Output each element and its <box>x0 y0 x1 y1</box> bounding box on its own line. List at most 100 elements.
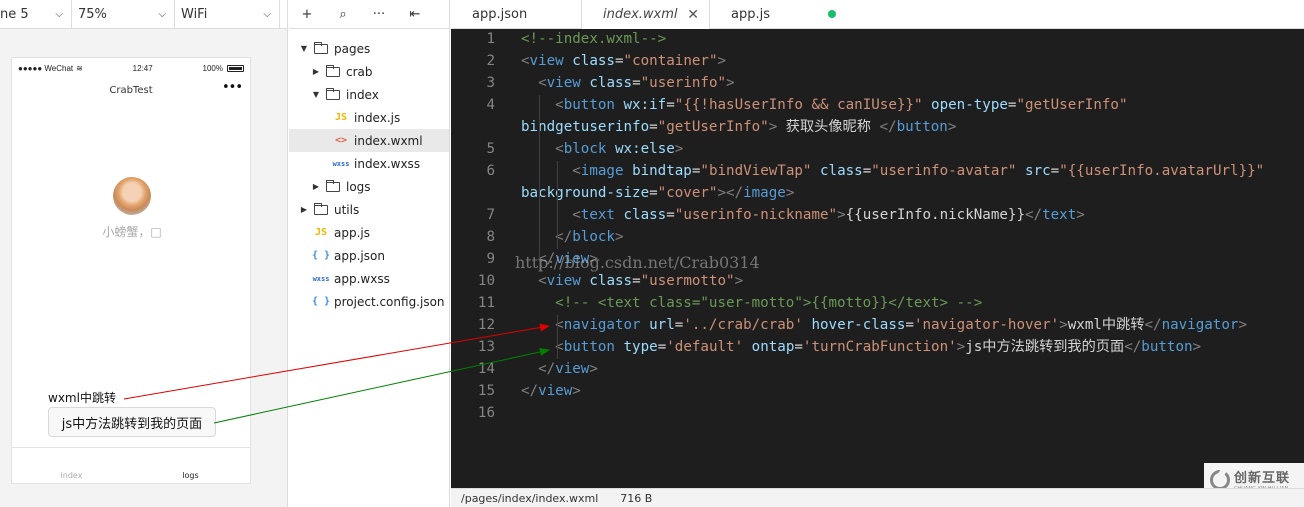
code-token: > <box>1059 317 1068 333</box>
code-token: < <box>538 273 547 289</box>
code-token: url <box>649 317 675 333</box>
code-token: "userinfo-nickname" <box>674 207 838 223</box>
code-token: = <box>614 53 624 69</box>
network-value: WiFi <box>181 6 208 22</box>
tree-item-index-wxml[interactable]: <> index.wxml <box>289 129 449 152</box>
tree-item-index-js[interactable]: JS index.js <box>289 106 449 129</box>
tree-item-pages[interactable]: ▼ pages <box>289 37 449 60</box>
device-select[interactable]: one 5 ⌵ <box>0 0 72 28</box>
code-token: ></ <box>717 185 744 201</box>
code-token: "getUserInfo" <box>1016 97 1128 113</box>
code-token: > <box>726 75 735 91</box>
code-token: class <box>572 53 615 69</box>
line-code: </view> <box>521 358 598 380</box>
tab-app-json[interactable]: app.json <box>451 0 582 29</box>
tab-label: index.wxml <box>603 7 678 22</box>
code-token: wx:else <box>614 141 675 157</box>
code-token: ontap <box>751 339 795 355</box>
search-icon[interactable]: ⌕ <box>325 7 361 22</box>
tree-item-app-json[interactable]: { } app.json <box>289 244 449 267</box>
file-path: /pages/index/index.wxml <box>461 491 599 505</box>
code-token: view <box>546 75 581 91</box>
battery-icon <box>227 64 244 72</box>
more-icon[interactable]: ··· <box>361 7 397 22</box>
tree-item-logs[interactable]: ▶ logs <box>289 175 449 198</box>
code-line: 4 <button wx:if="{{!hasUserInfo && canIU… <box>451 94 1304 116</box>
tree-item-crab[interactable]: ▶ crab <box>289 60 449 83</box>
file-explorer: + ⌕ ··· ⇤ ▼ pages ▶ crab ▼ index JS index.js <> i… <box>289 0 450 507</box>
close-icon[interactable]: ✕ <box>687 7 699 23</box>
zoom-value: 75% <box>78 6 107 22</box>
code-line: 8 </block> <box>451 226 1304 248</box>
code-token: <!--index.wxml--> <box>521 31 667 47</box>
unsaved-dot-icon <box>828 10 836 18</box>
code-token: "cover" <box>657 185 718 201</box>
code-token: image <box>580 163 624 179</box>
chevron-right-icon[interactable]: ▶ <box>311 67 321 76</box>
editor-status-bar: /pages/index/index.wxml 716 B <box>451 488 1304 507</box>
code-line: 2 <view class="container"> <box>451 50 1304 72</box>
collapse-panel-icon[interactable]: ⇤ <box>397 7 433 22</box>
code-editor[interactable]: 1 <!--index.wxml--> 2 <view class="containe… <box>451 28 1304 496</box>
more-menu-icon[interactable]: ••• <box>222 81 243 94</box>
code-token: </ <box>879 119 897 135</box>
code-token: < <box>538 75 547 91</box>
chevron-down-icon: ⌵ <box>158 8 166 20</box>
code-line: 1 <!--index.wxml--> <box>451 28 1304 50</box>
user-avatar[interactable] <box>113 177 151 215</box>
tree-item-label: pages <box>334 41 371 56</box>
line-code: bindgetuserinfo="getUserInfo"> 获取头像昵称 </… <box>521 116 956 138</box>
code-token: class <box>589 75 633 91</box>
tree-item-app-wxss[interactable]: wxss app.wxss <box>289 267 449 290</box>
line-number: 12 <box>477 317 495 333</box>
tab-logs[interactable]: logs <box>131 448 250 483</box>
tab-index[interactable]: index <box>12 448 131 483</box>
line-code: </view> <box>521 380 581 402</box>
wxml-file-icon: <> <box>334 135 348 146</box>
code-token: "getUserInfo" <box>657 119 769 135</box>
add-file-icon[interactable]: + <box>289 7 325 22</box>
chevron-down-icon[interactable]: ▼ <box>311 90 321 99</box>
zoom-select[interactable]: 75% ⌵ <box>72 0 175 28</box>
code-token: type <box>623 339 658 355</box>
tree-item-label: crab <box>346 64 373 79</box>
tree-item-project-config-json[interactable]: { } project.config.json <box>289 290 449 313</box>
code-token: text <box>580 207 615 223</box>
code-token: block <box>572 229 615 245</box>
line-number: 6 <box>486 163 495 179</box>
tab-app-js[interactable]: app.js <box>710 0 836 29</box>
tree-item-app-js[interactable]: JS app.js <box>289 221 449 244</box>
network-select[interactable]: WiFi ⌵ <box>175 0 280 28</box>
wxml-navigator-link[interactable]: wxml中跳转 <box>48 389 116 406</box>
code-line: 16 <box>451 402 1304 424</box>
code-token: class <box>623 207 667 223</box>
tree-item-utils[interactable]: ▶ utils <box>289 198 449 221</box>
code-token: button <box>896 119 948 135</box>
chevron-down-icon[interactable]: ▼ <box>299 44 309 53</box>
code-line: 15 </view> <box>451 380 1304 402</box>
code-token: > <box>1238 317 1247 333</box>
code-token: open-type <box>931 97 1008 113</box>
code-line: 12 <navigator url='../crab/crab' hover-c… <box>451 314 1304 336</box>
chevron-right-icon[interactable]: ▶ <box>311 182 321 191</box>
code-token: navigator <box>563 317 641 333</box>
tab-index-wxml[interactable]: index.wxml ✕ <box>582 0 710 29</box>
tree-item-index[interactable]: ▼ index <box>289 83 449 106</box>
carrier-label: ●●●●● WeChat <box>18 63 74 73</box>
code-token: js中方法跳转到我的页面 <box>965 339 1125 355</box>
code-token: 获取头像昵称 <box>777 119 880 135</box>
code-token: wx:if <box>623 97 667 113</box>
code-token: 'default' <box>666 339 744 355</box>
tree-item-index-wxss[interactable]: wxss index.wxss <box>289 152 449 175</box>
chevron-right-icon[interactable]: ▶ <box>299 205 309 214</box>
code-token: > <box>734 273 744 289</box>
code-line: background-size="cover"></image> <box>451 182 1304 204</box>
code-token: = <box>666 207 675 223</box>
code-token: </ <box>1124 339 1142 355</box>
line-number: 13 <box>477 339 495 355</box>
code-token: = <box>632 273 641 289</box>
js-navigate-button[interactable]: js中方法跳转到我的页面 <box>48 407 216 437</box>
phone-nav-bar: CrabTest ••• <box>12 78 250 102</box>
